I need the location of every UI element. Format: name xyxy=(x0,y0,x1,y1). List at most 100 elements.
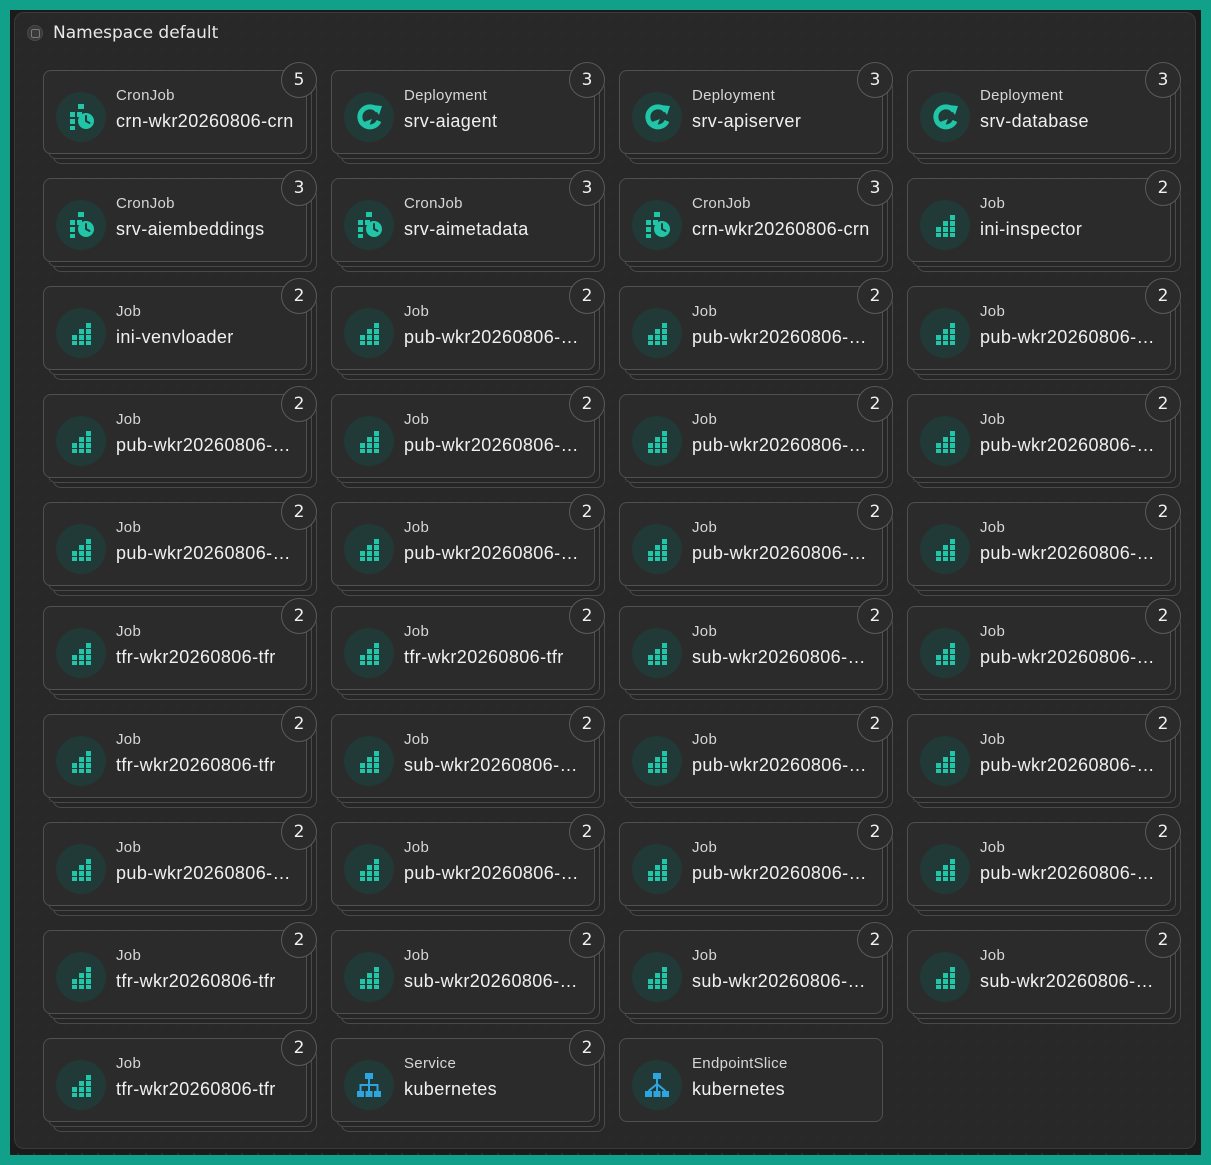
count-badge[interactable]: 2 xyxy=(1145,170,1181,206)
count-badge[interactable]: 2 xyxy=(857,598,893,634)
card-face[interactable]: Job pub-wkr20260806-pub xyxy=(907,822,1171,906)
card-face[interactable]: Job pub-wkr20260806-pub xyxy=(43,822,307,906)
card-face[interactable]: Job pub-wkr20260806-pub xyxy=(619,714,883,798)
resource-card[interactable]: Job pub-wkr20260806-pub 2 xyxy=(331,494,605,596)
card-face[interactable]: Job tfr-wkr20260806-tfr xyxy=(43,606,307,690)
card-face[interactable]: Job pub-wkr20260806-pub xyxy=(907,606,1171,690)
count-badge[interactable]: 2 xyxy=(281,598,317,634)
card-face[interactable]: Job tfr-wkr20260806-tfr xyxy=(43,930,307,1014)
card-face[interactable]: Job pub-wkr20260806-pub xyxy=(619,286,883,370)
card-face[interactable]: Service kubernetes xyxy=(331,1038,595,1122)
resource-card[interactable]: Deployment srv-database 3 xyxy=(907,62,1181,164)
resource-card[interactable]: Job pub-wkr20260806-pub 2 xyxy=(331,278,605,380)
count-badge[interactable]: 2 xyxy=(569,386,605,422)
card-face[interactable]: Job pub-wkr20260806-pub xyxy=(907,714,1171,798)
count-badge[interactable]: 2 xyxy=(569,814,605,850)
card-face[interactable]: Job pub-wkr20260806-pub xyxy=(619,394,883,478)
count-badge[interactable]: 2 xyxy=(281,386,317,422)
resource-card[interactable]: Job pub-wkr20260806-pub 2 xyxy=(619,494,893,596)
count-badge[interactable]: 3 xyxy=(569,62,605,98)
resource-card[interactable]: Deployment srv-aiagent 3 xyxy=(331,62,605,164)
card-face[interactable]: Job pub-wkr20260806-pub xyxy=(331,286,595,370)
resource-card[interactable]: Job tfr-wkr20260806-tfr 2 xyxy=(43,922,317,1024)
resource-card[interactable]: Job pub-wkr20260806-pub 2 xyxy=(43,814,317,916)
resource-card[interactable]: Job pub-wkr20260806-pub 2 xyxy=(907,706,1181,808)
resource-card[interactable]: Job sub-wkr20260806-sub 2 xyxy=(619,598,893,700)
namespace-select-checkbox[interactable] xyxy=(27,25,43,41)
resource-card[interactable]: Job pub-wkr20260806-pub 2 xyxy=(619,814,893,916)
card-face[interactable]: CronJob srv-aimetadata xyxy=(331,178,595,262)
card-face[interactable]: Job sub-wkr20260806-sub xyxy=(619,606,883,690)
count-badge[interactable]: 2 xyxy=(857,814,893,850)
count-badge[interactable]: 2 xyxy=(1145,598,1181,634)
count-badge[interactable]: 2 xyxy=(857,922,893,958)
card-face[interactable]: CronJob srv-aiembeddings xyxy=(43,178,307,262)
count-badge[interactable]: 2 xyxy=(281,494,317,530)
card-face[interactable]: Job pub-wkr20260806-pub xyxy=(907,502,1171,586)
card-face[interactable]: Job pub-wkr20260806-pub xyxy=(331,822,595,906)
card-face[interactable]: Job pub-wkr20260806-pub xyxy=(331,502,595,586)
resource-card[interactable]: Job pub-wkr20260806-pub 2 xyxy=(619,278,893,380)
resource-card[interactable]: Job tfr-wkr20260806-tfr 2 xyxy=(43,1030,317,1132)
resource-card[interactable]: Job sub-wkr20260806-sub 2 xyxy=(331,706,605,808)
count-badge[interactable]: 3 xyxy=(857,62,893,98)
count-badge[interactable]: 3 xyxy=(857,170,893,206)
resource-card[interactable]: Job pub-wkr20260806-pub 2 xyxy=(907,598,1181,700)
count-badge[interactable]: 2 xyxy=(1145,814,1181,850)
count-badge[interactable]: 2 xyxy=(857,494,893,530)
count-badge[interactable]: 2 xyxy=(1145,706,1181,742)
count-badge[interactable]: 2 xyxy=(569,1030,605,1066)
resource-card[interactable]: Job tfr-wkr20260806-tfr 2 xyxy=(43,706,317,808)
resource-card[interactable]: Job pub-wkr20260806-pub 2 xyxy=(331,814,605,916)
resource-card[interactable]: Job ini-inspector 2 xyxy=(907,170,1181,272)
count-badge[interactable]: 2 xyxy=(569,922,605,958)
card-face[interactable]: Job pub-wkr20260806-pub xyxy=(907,286,1171,370)
card-face[interactable]: Job pub-wkr20260806-pub xyxy=(43,502,307,586)
resource-card[interactable]: Job pub-wkr20260806-pub 2 xyxy=(907,386,1181,488)
count-badge[interactable]: 2 xyxy=(569,706,605,742)
resource-card[interactable]: Job pub-wkr20260806-pub 2 xyxy=(43,386,317,488)
resource-card[interactable]: Job sub-wkr20260806-sub 2 xyxy=(619,922,893,1024)
count-badge[interactable]: 3 xyxy=(569,170,605,206)
card-face[interactable]: Job tfr-wkr20260806-tfr xyxy=(43,1038,307,1122)
card-face[interactable]: Job pub-wkr20260806-pub xyxy=(907,394,1171,478)
count-badge[interactable]: 2 xyxy=(569,278,605,314)
card-face[interactable]: Job sub-wkr20260806-sub xyxy=(331,714,595,798)
resource-card[interactable]: Service kubernetes 2 xyxy=(331,1030,605,1132)
resource-card[interactable]: CronJob srv-aiembeddings 3 xyxy=(43,170,317,272)
card-face[interactable]: Job pub-wkr20260806-pub xyxy=(619,822,883,906)
resource-card[interactable]: Job pub-wkr20260806-pub 2 xyxy=(43,494,317,596)
card-face[interactable]: CronJob crn-wkr20260806-crn xyxy=(619,178,883,262)
card-face[interactable]: Job pub-wkr20260806-pub xyxy=(43,394,307,478)
resource-card[interactable]: Job sub-wkr20260806-sub 2 xyxy=(331,922,605,1024)
count-badge[interactable]: 2 xyxy=(281,278,317,314)
resource-card[interactable]: CronJob srv-aimetadata 3 xyxy=(331,170,605,272)
count-badge[interactable]: 2 xyxy=(281,1030,317,1066)
count-badge[interactable]: 2 xyxy=(281,706,317,742)
resource-card[interactable]: Job ini-venvloader 2 xyxy=(43,278,317,380)
resource-card[interactable]: CronJob crn-wkr20260806-crn 5 xyxy=(43,62,317,164)
resource-card[interactable]: Job sub-wkr20260806-sub 2 xyxy=(907,922,1181,1024)
count-badge[interactable]: 2 xyxy=(857,386,893,422)
count-badge[interactable]: 5 xyxy=(281,62,317,98)
card-face[interactable]: Job pub-wkr20260806-pub xyxy=(331,394,595,478)
resource-card[interactable]: Job tfr-wkr20260806-tfr 2 xyxy=(331,598,605,700)
card-face[interactable]: Job sub-wkr20260806-sub xyxy=(619,930,883,1014)
card-face[interactable]: EndpointSlice kubernetes xyxy=(619,1038,883,1122)
count-badge[interactable]: 2 xyxy=(1145,386,1181,422)
card-face[interactable]: Deployment srv-database xyxy=(907,70,1171,154)
card-face[interactable]: Job sub-wkr20260806-sub xyxy=(907,930,1171,1014)
card-face[interactable]: Job ini-venvloader xyxy=(43,286,307,370)
resource-card[interactable]: CronJob crn-wkr20260806-crn 3 xyxy=(619,170,893,272)
resource-card[interactable]: EndpointSlice kubernetes xyxy=(619,1038,883,1122)
count-badge[interactable]: 2 xyxy=(1145,278,1181,314)
card-face[interactable]: Job tfr-wkr20260806-tfr xyxy=(331,606,595,690)
resource-card[interactable]: Job tfr-wkr20260806-tfr 2 xyxy=(43,598,317,700)
resource-card[interactable]: Job pub-wkr20260806-pub 2 xyxy=(619,706,893,808)
card-face[interactable]: Job ini-inspector xyxy=(907,178,1171,262)
count-badge[interactable]: 2 xyxy=(569,494,605,530)
count-badge[interactable]: 2 xyxy=(281,922,317,958)
card-face[interactable]: Job pub-wkr20260806-pub xyxy=(619,502,883,586)
count-badge[interactable]: 2 xyxy=(569,598,605,634)
card-face[interactable]: Deployment srv-apiserver xyxy=(619,70,883,154)
